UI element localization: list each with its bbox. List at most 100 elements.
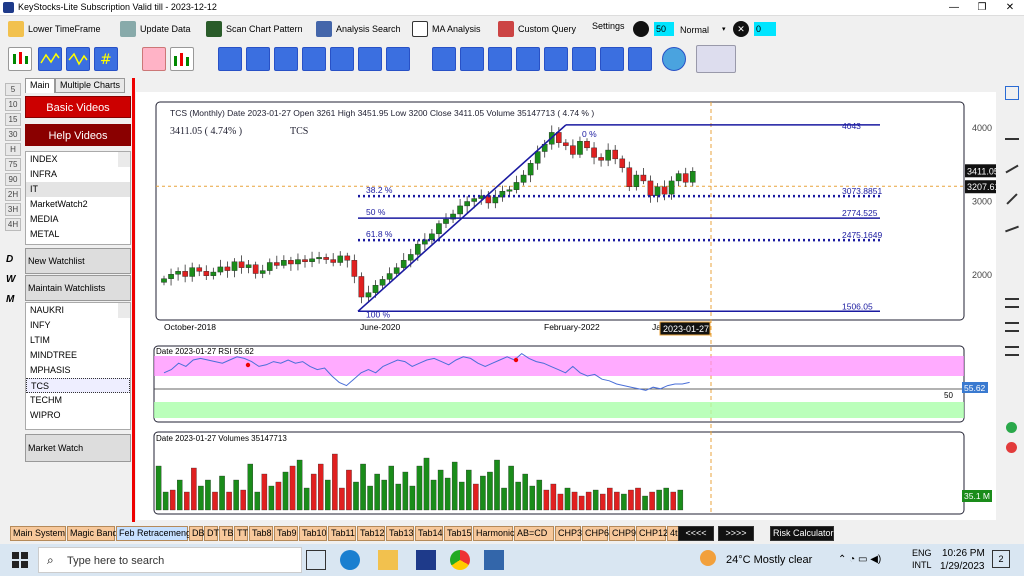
tool-10-button[interactable] xyxy=(432,47,456,71)
monthly-button[interactable]: M xyxy=(6,294,14,305)
list-item[interactable]: MEDIA xyxy=(26,212,130,227)
list-item[interactable]: MINDTREE xyxy=(26,348,130,363)
bottom-tab-magic-band[interactable]: Magic Band xyxy=(67,526,118,541)
bottom-tab-dt[interactable]: DT xyxy=(204,526,219,541)
clock-date[interactable]: 1/29/2023 xyxy=(940,561,985,572)
bottom-tab-tab8[interactable]: Tab8 xyxy=(249,526,273,541)
bottom-tab-tab11[interactable]: Tab11 xyxy=(328,526,356,541)
tab-multiple-charts[interactable]: Multiple Charts xyxy=(55,78,126,93)
bottom-tab-chp9[interactable]: CHP9 xyxy=(609,526,636,541)
bottom-tab-tab14[interactable]: Tab14 xyxy=(415,526,443,541)
menu-scan-chart-pattern[interactable]: Scan Chart Pattern xyxy=(206,21,303,37)
list-item[interactable]: TCS xyxy=(26,378,130,393)
clock-time[interactable]: 10:26 PM xyxy=(942,548,985,559)
tool-9-button[interactable] xyxy=(386,47,410,71)
menu-lower-timeframe[interactable]: Lower TimeFrame xyxy=(8,21,101,37)
list-item[interactable]: MarketWatch2 xyxy=(26,197,130,212)
bottom-tab-harmonic[interactable]: Harmonic xyxy=(473,526,515,541)
list-item[interactable]: MPHASIS xyxy=(26,363,130,378)
maximize-button[interactable]: ❐ xyxy=(968,0,996,16)
mode-select[interactable]: Normal xyxy=(680,25,709,35)
hash-tool-button[interactable]: # xyxy=(94,47,118,71)
edge-icon[interactable] xyxy=(340,550,360,570)
menu-analysis-search[interactable]: Analysis Search xyxy=(316,21,401,37)
maintain-watchlists-button[interactable]: Maintain Watchlists xyxy=(25,275,131,301)
tool-7-button[interactable] xyxy=(330,47,354,71)
bottom-tab-chp6[interactable]: CHP6 xyxy=(582,526,609,541)
ray-icon[interactable] xyxy=(1006,193,1018,205)
band-button[interactable] xyxy=(142,47,166,71)
list-item[interactable]: NAUKRI xyxy=(26,303,130,318)
bottom-tab-feb-retracemengt[interactable]: Feb Retracemengt xyxy=(116,526,194,541)
tf-30[interactable]: 30 xyxy=(5,128,21,141)
tool-17-button[interactable] xyxy=(628,47,652,71)
bottom-tab-main-system[interactable]: Main System xyxy=(10,526,66,541)
bars-button[interactable] xyxy=(170,47,194,71)
list-item[interactable]: WIPRO xyxy=(26,408,130,423)
search-box[interactable]: ⌕ Type here to search xyxy=(38,547,302,573)
play-icon[interactable] xyxy=(633,21,649,37)
tf-90[interactable]: 90 xyxy=(5,173,21,186)
candle-chart-button[interactable] xyxy=(8,47,32,71)
counter-input[interactable]: 0 xyxy=(754,22,776,36)
monitor-icon[interactable] xyxy=(696,45,736,73)
wave-tool-2-button[interactable] xyxy=(66,47,90,71)
tf-15[interactable]: 15 xyxy=(5,113,21,126)
bottom-tab-tab13[interactable]: Tab13 xyxy=(386,526,414,541)
tool-8-button[interactable] xyxy=(358,47,382,71)
tf-4h[interactable]: 4H xyxy=(5,218,21,231)
tf-10[interactable]: 10 xyxy=(5,98,21,111)
minimize-button[interactable]: — xyxy=(940,0,968,16)
chrome-icon[interactable] xyxy=(450,550,470,570)
gann-icon[interactable] xyxy=(1005,346,1019,356)
tool-15-button[interactable] xyxy=(572,47,596,71)
close-button[interactable]: ✕ xyxy=(996,0,1024,16)
wave-tool-button[interactable] xyxy=(38,47,62,71)
help-videos-button[interactable]: Help Videos xyxy=(25,124,131,146)
tray-icons[interactable]: ⌃ ◔ ▭ ◀) xyxy=(838,554,881,565)
risk-calculator-button[interactable]: Risk Calculator xyxy=(770,526,834,541)
bottom-tab-tab15[interactable]: Tab15 xyxy=(444,526,472,541)
list-item[interactable]: INFRA xyxy=(26,167,130,182)
chart-area[interactable]: TCS (Monthly) Date 2023-01-27 Open 3261 … xyxy=(136,92,1000,520)
menu-update-data[interactable]: Update Data xyxy=(120,21,191,37)
market-watch-button[interactable]: Market Watch xyxy=(25,434,131,462)
next-button[interactable]: >>>> xyxy=(718,526,754,541)
list-item[interactable]: METAL xyxy=(26,227,130,242)
chevron-down-icon[interactable]: ▾ xyxy=(722,25,726,33)
lang-primary[interactable]: ENG xyxy=(912,548,932,558)
tool-5-button[interactable] xyxy=(274,47,298,71)
daily-button[interactable]: D xyxy=(6,254,13,265)
notification-icon[interactable]: 2 xyxy=(992,550,1010,568)
tab-main[interactable]: Main xyxy=(25,78,55,93)
scrollbar[interactable] xyxy=(118,152,130,167)
list-item[interactable]: INDEX xyxy=(26,152,130,167)
folder-icon[interactable] xyxy=(378,550,398,570)
windows-start-icon[interactable] xyxy=(12,552,28,568)
channel-icon[interactable] xyxy=(1005,225,1019,233)
menu-custom-query[interactable]: Custom Query xyxy=(498,21,576,37)
lang-secondary[interactable]: INTL xyxy=(912,560,932,570)
tool-3-button[interactable] xyxy=(218,47,242,71)
bottom-tab-ab-cd[interactable]: AB=CD xyxy=(514,526,554,541)
tool-13-button[interactable] xyxy=(516,47,540,71)
menu-ma-analysis[interactable]: MA Analysis xyxy=(412,21,481,37)
speed-input[interactable]: 50 xyxy=(654,22,674,36)
tf-h[interactable]: H xyxy=(5,143,21,156)
task-view-icon[interactable] xyxy=(306,550,326,570)
tool-12-button[interactable] xyxy=(488,47,512,71)
tf-2h[interactable]: 2H xyxy=(5,188,21,201)
snowflake-icon[interactable] xyxy=(662,47,686,71)
keystocks-icon[interactable] xyxy=(416,550,436,570)
new-watchlist-button[interactable]: New Watchlist xyxy=(25,248,131,274)
bottom-tab-tb[interactable]: TB xyxy=(219,526,234,541)
tf-3h[interactable]: 3H xyxy=(5,203,21,216)
bottom-tab-chp3[interactable]: CHP3 xyxy=(555,526,582,541)
close-circle-icon[interactable]: ✕ xyxy=(733,21,749,37)
bottom-tab-db[interactable]: DB xyxy=(189,526,205,541)
bottom-tab-chp12[interactable]: CHP12 xyxy=(636,526,668,541)
bottom-tab-tab9[interactable]: Tab9 xyxy=(274,526,298,541)
tool-4-button[interactable] xyxy=(246,47,270,71)
weather-text[interactable]: 24°C Mostly clear xyxy=(726,554,812,566)
basic-videos-button[interactable]: Basic Videos xyxy=(25,96,131,118)
